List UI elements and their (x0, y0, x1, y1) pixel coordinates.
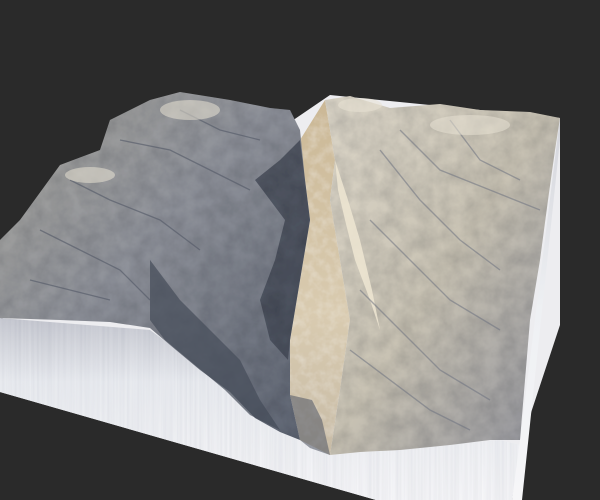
terrain-render (0, 0, 600, 500)
render-viewport[interactable] (0, 0, 600, 500)
